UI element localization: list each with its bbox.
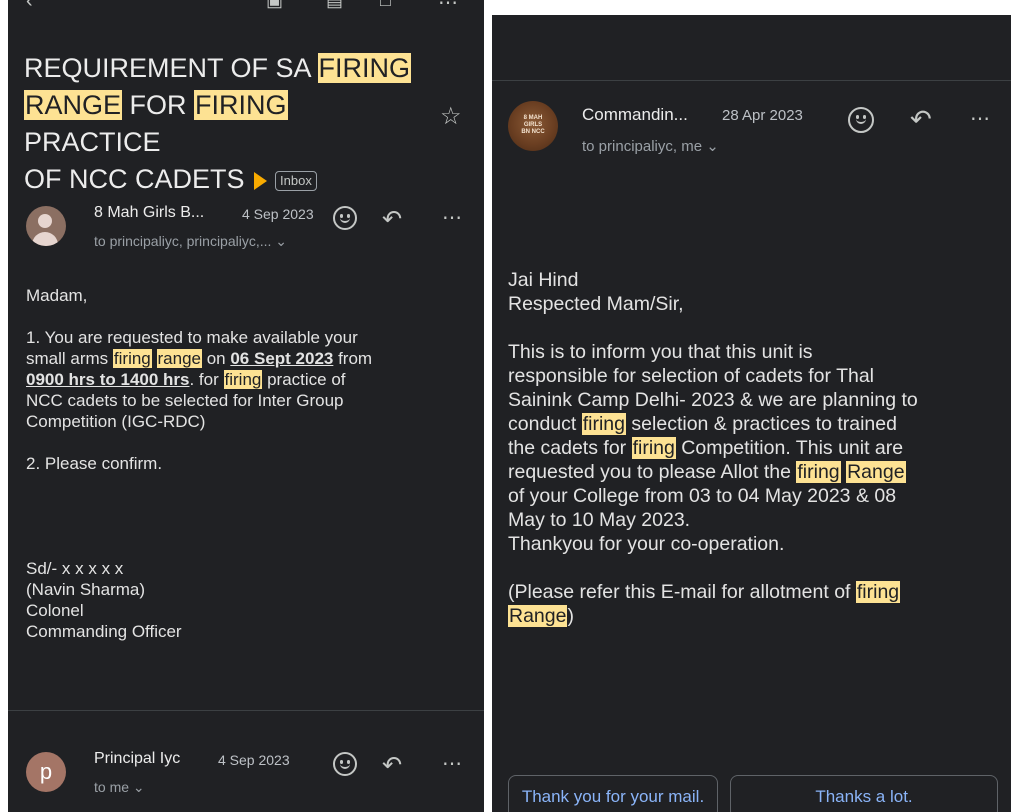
search-highlight: firing [855, 581, 901, 603]
reply-icon[interactable]: ↶ [910, 106, 932, 132]
more-icon[interactable]: ⋯ [438, 0, 458, 15]
body-text: small arms [26, 349, 113, 368]
smiley-icon[interactable] [333, 206, 357, 230]
body-text: conduct [508, 413, 582, 435]
time-link[interactable]: 0900 hrs to 1400 hrs [26, 370, 189, 389]
message-body: Jai Hind Respected Mam/Sir, This is to i… [508, 268, 918, 628]
search-highlight: Range [846, 461, 906, 483]
recipients-toggle[interactable]: to principaliyc, me ⌄ [582, 137, 719, 155]
email-subject: REQUIREMENT OF SA FIRING RANGE FOR FIRIN… [24, 50, 414, 198]
search-highlight: RANGE [24, 90, 123, 120]
smart-reply-button[interactable]: Thank you for your mail. [508, 775, 718, 812]
search-highlight: firing [796, 461, 841, 483]
left-email-panel: ‹ ▣ ▤ □ ⋯ REQUIREMENT OF SA FIRING RANGE… [8, 0, 484, 812]
body-line: Jai Hind [508, 269, 579, 291]
delete-icon[interactable]: ▤ [326, 0, 343, 11]
recipients-toggle[interactable]: to me ⌄ [94, 779, 145, 796]
avatar[interactable]: 8 MAH GIRLS BN NCC [508, 101, 558, 151]
body-text: . for [189, 370, 224, 389]
body-text: from [333, 349, 373, 368]
message-body: Madam, 1. You are requested to make avai… [26, 285, 372, 642]
inbox-label-badge[interactable]: Inbox [275, 170, 317, 191]
star-icon[interactable]: ☆ [440, 102, 462, 131]
body-text: selection & practices to trained [626, 413, 897, 435]
archive-icon[interactable]: ▣ [266, 0, 283, 11]
body-text: requested you to please Allot the [508, 461, 797, 483]
sender-name: Principal Iyc [94, 750, 181, 767]
search-highlight: FIRING [194, 90, 288, 120]
avatar[interactable] [26, 206, 66, 246]
mail-icon[interactable]: □ [380, 0, 391, 11]
smiley-icon[interactable] [848, 107, 874, 133]
body-line: 2. Please confirm. [26, 454, 163, 473]
subject-text: OF NCC CADETS [24, 164, 245, 194]
smiley-icon[interactable] [333, 752, 357, 776]
back-arrow-icon[interactable]: ‹ [26, 0, 33, 13]
signature-line: Sd/- x x x x x [26, 559, 124, 578]
reply-icon[interactable]: ↶ [382, 208, 402, 232]
right-email-panel: 8 MAH GIRLS BN NCC Commandin... 28 Apr 202… [492, 15, 1011, 812]
smart-reply-button[interactable]: Thanks a lot. [730, 775, 998, 812]
sender-name: 8 Mah Girls B... [94, 204, 205, 221]
message-date: 28 Apr 2023 [722, 107, 803, 124]
important-marker-icon[interactable] [254, 171, 268, 190]
body-line: 1. You are requested to make available y… [26, 328, 358, 347]
message-date: 4 Sep 2023 [218, 752, 290, 768]
avatar[interactable]: p [26, 752, 66, 792]
body-text: on [201, 349, 231, 368]
more-icon[interactable]: ⋯ [442, 206, 462, 230]
search-highlight: firing [223, 370, 263, 389]
body-line: Respected Mam/Sir, [508, 293, 684, 315]
body-line: Sainink Camp Delhi- 2023 & we are planni… [508, 389, 918, 411]
message-date: 4 Sep 2023 [242, 206, 314, 222]
body-line: NCC cadets to be selected for Inter Grou… [26, 391, 344, 410]
body-line: of your College from 03 to 04 May 2023 &… [508, 485, 897, 507]
search-highlight: firing [581, 413, 626, 435]
subject-text: FOR [122, 90, 195, 120]
body-text: the cadets for [508, 437, 632, 459]
body-text: Competition. This unit are [675, 437, 904, 459]
date-link[interactable]: 06 Sept 2023 [230, 349, 333, 368]
signature-line: Colonel [26, 601, 84, 620]
body-text: practice of [262, 370, 346, 389]
top-toolbar: ‹ ▣ ▤ □ ⋯ [8, 0, 484, 14]
signature-line: Commanding Officer [26, 622, 182, 641]
body-line: Thankyou for your co-operation. [508, 533, 785, 555]
search-highlight: Range [508, 605, 568, 627]
body-text: (Please refer this E-mail for allotment … [508, 581, 856, 603]
more-icon[interactable]: ⋯ [970, 107, 990, 131]
subject-text: PRACTICE [24, 127, 161, 157]
greeting: Madam, [26, 286, 88, 305]
reply-icon[interactable]: ↶ [382, 754, 402, 778]
message-divider [8, 710, 484, 711]
sender-name: Commandin... [582, 105, 688, 124]
body-line: This is to inform you that this unit is [508, 341, 813, 363]
avatar-logo-text: 8 MAH GIRLS BN NCC [521, 115, 545, 135]
header-divider [492, 80, 1011, 81]
search-highlight: FIRING [317, 53, 412, 83]
more-icon[interactable]: ⋯ [442, 752, 462, 776]
signature-line: (Navin Sharma) [26, 580, 146, 599]
body-line: May to 10 May 2023. [508, 509, 691, 531]
subject-text: REQUIREMENT OF SA [24, 53, 318, 83]
search-highlight: firing [112, 349, 152, 368]
search-highlight: firing [631, 437, 676, 459]
body-line: responsible for selection of cadets for … [508, 365, 875, 387]
search-highlight: range [156, 349, 202, 368]
body-text: ) [567, 605, 574, 627]
recipients-toggle[interactable]: to principaliyc, principaliyc,... ⌄ [94, 233, 287, 250]
body-line: Competition (IGC-RDC) [26, 412, 206, 431]
